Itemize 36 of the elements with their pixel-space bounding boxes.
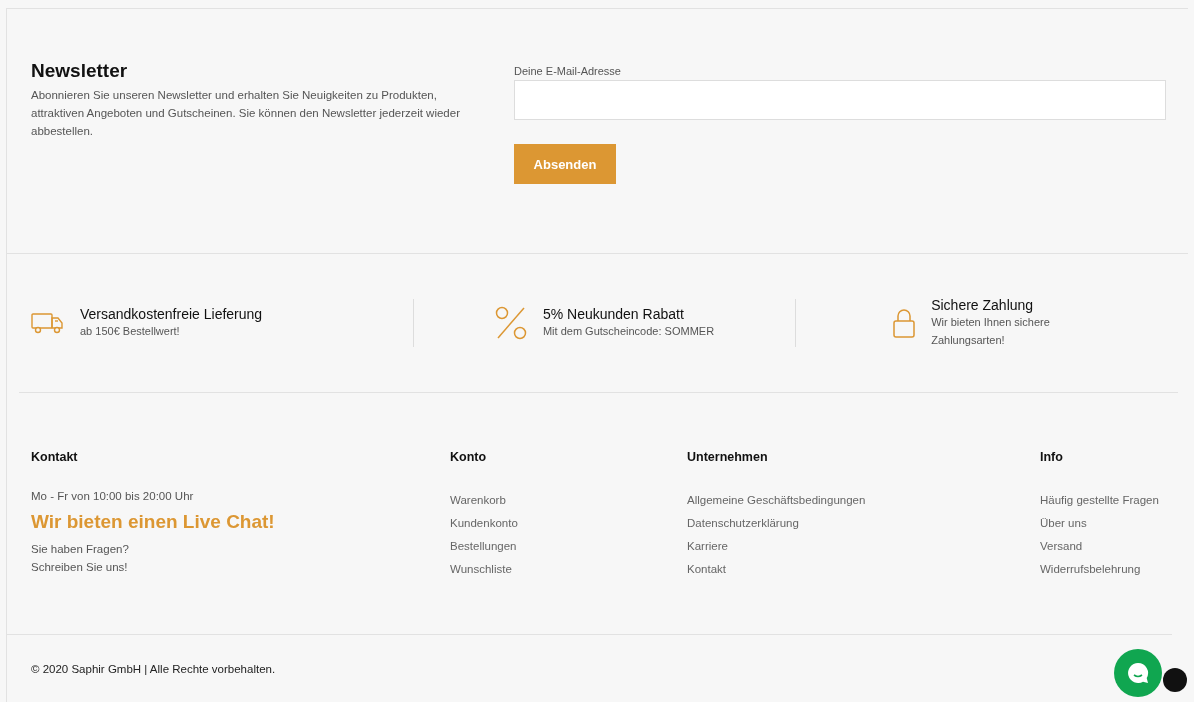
chat-bubble-icon: [1126, 661, 1150, 685]
contact-text: Schreiben Sie uns!: [31, 560, 129, 575]
email-label: Deine E-Mail-Adresse: [514, 65, 621, 77]
feature-text: Wir bieten Ihnen sichere Zahlungsarten!: [931, 315, 1051, 348]
scroll-top-button[interactable]: [1163, 668, 1187, 692]
footer-link[interactable]: Allgemeine Geschäftsbedingungen: [687, 492, 1040, 509]
footer-link[interactable]: Bestellungen: [450, 538, 687, 555]
feature-title: Sichere Zahlung: [931, 297, 1035, 313]
contact-text: Sie haben Fragen?: [31, 542, 130, 557]
newsletter-description: Abonnieren Sie unseren Newsletter und erhalten Sie Neuigkeiten zu Produkten, attraktiven Angeboten und Gutscheinen. Sie können den Newsletter jederzeit wieder abbestellen.: [31, 88, 461, 139]
column-heading: Konto: [450, 450, 488, 464]
footer-link[interactable]: Über uns: [1040, 515, 1172, 532]
footer-link[interactable]: Kundenkonto: [450, 515, 687, 532]
footer-link[interactable]: Karriere: [687, 538, 1040, 555]
column-heading: Kontakt: [31, 450, 79, 464]
opening-hours: Mo - Fr von 10:00 bis 20:00 Uhr: [31, 490, 195, 502]
feature-title: 5% Neukunden Rabatt: [542, 306, 685, 322]
percent-icon: [494, 306, 527, 340]
feature-title: Versandkostenfreie Lieferung: [80, 306, 263, 322]
feature-text: Mit dem Gutscheincode: SOMMER: [542, 324, 715, 339]
footer-link[interactable]: Versand: [1040, 538, 1172, 555]
newsletter-title: Newsletter: [31, 60, 129, 82]
column-heading: Unternehmen: [687, 450, 769, 464]
copyright-text: © 2020 Saphir GmbH | Alle Rechte vorbehalten.: [31, 663, 277, 675]
live-chat-headline: Wir bieten einen Live Chat!: [31, 511, 276, 533]
footer-link[interactable]: Warenkorb: [450, 492, 687, 509]
column-heading: Info: [1040, 450, 1064, 464]
footer-link[interactable]: Kontakt: [687, 561, 1040, 578]
lock-icon: [893, 308, 916, 338]
footer-link[interactable]: Wunschliste: [450, 561, 687, 578]
footer-link[interactable]: Häufig gestellte Fragen: [1040, 492, 1172, 509]
footer-link[interactable]: Widerrufsbelehrung: [1040, 561, 1172, 578]
footer-link[interactable]: Datenschutzerklärung: [687, 515, 1040, 532]
email-field[interactable]: [514, 80, 1166, 120]
feature-text: ab 150€ Bestellwert!: [80, 324, 181, 339]
truck-icon: [31, 312, 64, 334]
